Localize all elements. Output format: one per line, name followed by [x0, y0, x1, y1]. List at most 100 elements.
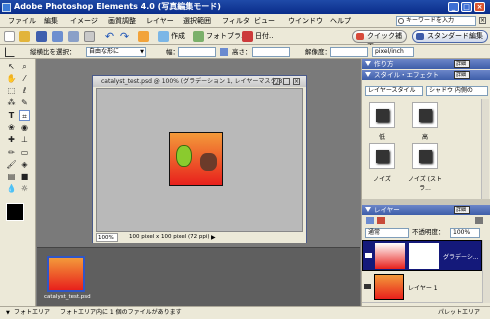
swap-icon[interactable]: [220, 48, 228, 56]
triangle-icon[interactable]: ▼: [6, 307, 10, 319]
clone-stamp-tool-icon[interactable]: ⊥: [19, 134, 30, 145]
shape-tool-icon[interactable]: ■: [19, 171, 30, 182]
organizer-icon[interactable]: [138, 31, 149, 42]
brush-tool-icon[interactable]: 🖌: [6, 159, 17, 170]
blur-tool-icon[interactable]: 💧: [6, 183, 17, 194]
layer-row-gradient[interactable]: グラデーシ...: [362, 240, 482, 271]
howto-panel-header[interactable]: 作り方 詳細: [362, 59, 490, 69]
menu-filter[interactable]: フィルタ: [222, 14, 250, 28]
create-button[interactable]: 作成: [171, 28, 185, 45]
menu-enhance[interactable]: 画質調整: [108, 14, 136, 28]
undo-icon[interactable]: ↶: [104, 31, 115, 42]
blend-mode-value: 通常: [368, 229, 381, 236]
menu-image[interactable]: イメージ: [70, 14, 98, 28]
layers-panel-header[interactable]: レイヤー 詳細: [362, 205, 490, 215]
email-icon[interactable]: [84, 31, 95, 42]
new-layer-icon[interactable]: [366, 217, 374, 224]
doc-minimize-button[interactable]: _: [273, 78, 280, 85]
marquee-tool-icon[interactable]: ⬚: [6, 85, 17, 96]
resolution-input[interactable]: [330, 47, 368, 57]
close-button[interactable]: ×: [474, 2, 485, 12]
photo-icon[interactable]: [193, 31, 204, 42]
photo-bin-toggle[interactable]: フォトエリア: [14, 307, 50, 319]
style-tile-low[interactable]: [369, 102, 395, 128]
redo-icon[interactable]: ↷: [119, 31, 130, 42]
menu-window[interactable]: ウインドウ: [288, 14, 323, 28]
style-label-noise-stripes: ノイズ (ストラ...: [407, 176, 443, 192]
canvas-area[interactable]: [96, 88, 303, 232]
opacity-input[interactable]: 100%: [450, 228, 480, 238]
menu-view[interactable]: ビュー: [254, 14, 275, 28]
bin-thumbnail[interactable]: [47, 256, 85, 292]
crop-tool-selected-icon[interactable]: ⌗: [19, 110, 30, 121]
maximize-button[interactable]: □: [461, 2, 472, 12]
paint-bucket-tool-icon[interactable]: ◈: [19, 159, 30, 170]
red-eye-tool-icon[interactable]: ◉: [19, 122, 30, 133]
hand-tool-icon[interactable]: ✋: [6, 73, 17, 84]
info-arrow-icon[interactable]: ▶: [211, 232, 216, 243]
save-icon[interactable]: [36, 31, 47, 42]
gradient-tool-icon[interactable]: ▤: [6, 171, 17, 182]
style-category-select[interactable]: レイヤースタイル: [365, 86, 423, 96]
document-title-bar[interactable]: catalyst_test.psd @ 100% (グラデーション 1, レイヤ…: [93, 76, 306, 87]
howto-more-button[interactable]: 詳細: [454, 60, 470, 68]
styles-more-button[interactable]: 詳細: [454, 71, 470, 79]
blend-mode-select[interactable]: 通常: [365, 228, 409, 238]
date-view-button[interactable]: 日付..: [255, 28, 273, 45]
expand-icon: [365, 72, 371, 77]
calendar-icon[interactable]: [242, 31, 253, 42]
healing-brush-tool-icon[interactable]: ✚: [6, 134, 17, 145]
selection-brush-tool-icon[interactable]: ✎: [19, 97, 30, 108]
palette-bin-toggle[interactable]: パレットエリア: [438, 307, 480, 319]
doc-close-button[interactable]: ×: [293, 78, 300, 85]
cookie-cutter-tool-icon[interactable]: ❀: [6, 122, 17, 133]
search-input[interactable]: キーワードを入力: [396, 16, 476, 26]
menu-select[interactable]: 選択範囲: [183, 14, 211, 28]
width-input[interactable]: [178, 47, 216, 57]
print-icon[interactable]: [68, 31, 79, 42]
style-sub-select[interactable]: シャドウ 内側の: [426, 86, 488, 96]
create-icon[interactable]: [158, 31, 169, 42]
type-tool-icon[interactable]: T: [6, 110, 17, 121]
standard-edit-button[interactable]: スタンダード編集: [412, 30, 488, 43]
eye-icon[interactable]: [365, 253, 372, 258]
lasso-tool-icon[interactable]: ℓ: [19, 85, 30, 96]
eyedropper-tool-icon[interactable]: ⁄: [19, 73, 30, 84]
eraser-tool-icon[interactable]: ▭: [19, 147, 30, 158]
move-tool-icon[interactable]: ↖: [6, 61, 17, 72]
layers-scrollbar[interactable]: [482, 240, 490, 303]
close-doc-icon[interactable]: ×: [479, 17, 486, 24]
new-file-icon[interactable]: [4, 31, 15, 42]
styles-panel-header[interactable]: スタイル・エフェクト 詳細: [362, 70, 490, 80]
delete-layer-icon[interactable]: [475, 217, 483, 224]
menu-layer[interactable]: レイヤー: [146, 14, 174, 28]
styles-scrollbar[interactable]: [481, 99, 489, 199]
quick-fix-button[interactable]: クイック補正: [352, 30, 407, 51]
style-tile-noise[interactable]: [369, 143, 395, 169]
eye-icon[interactable]: [364, 284, 371, 289]
zoom-tool-icon[interactable]: ⌕: [19, 61, 30, 72]
zoom-field[interactable]: 100%: [96, 233, 118, 242]
foreground-color-swatch[interactable]: [6, 203, 24, 221]
doc-maximize-button[interactable]: [283, 78, 290, 85]
canvas-image[interactable]: [169, 132, 223, 186]
resolution-unit-select[interactable]: pixel/inch: [372, 47, 414, 57]
height-input[interactable]: [252, 47, 290, 57]
pencil-tool-icon[interactable]: ✏: [6, 147, 17, 158]
menu-help[interactable]: ヘルプ: [330, 14, 351, 28]
style-tile-noise-stripes[interactable]: [412, 143, 438, 169]
magic-wand-tool-icon[interactable]: ⁂: [6, 97, 17, 108]
open-folder-icon[interactable]: [19, 31, 30, 42]
style-tile-high[interactable]: [412, 102, 438, 128]
layer-row-layer1[interactable]: レイヤー 1: [362, 272, 482, 303]
sponge-tool-icon[interactable]: ☼: [19, 183, 30, 194]
aspect-select[interactable]: 自由な形に ▼: [86, 47, 146, 57]
layers-more-button[interactable]: 詳細: [454, 206, 470, 214]
menu-file[interactable]: ファイル: [8, 14, 36, 28]
save-web-icon[interactable]: [52, 31, 63, 42]
photo-browser-button[interactable]: フォトブラ..: [206, 28, 245, 45]
menu-edit[interactable]: 編集: [44, 14, 58, 28]
minimize-button[interactable]: _: [448, 2, 459, 12]
resolution-label: 解像度：: [305, 48, 331, 56]
adjustment-layer-icon[interactable]: [377, 217, 385, 224]
